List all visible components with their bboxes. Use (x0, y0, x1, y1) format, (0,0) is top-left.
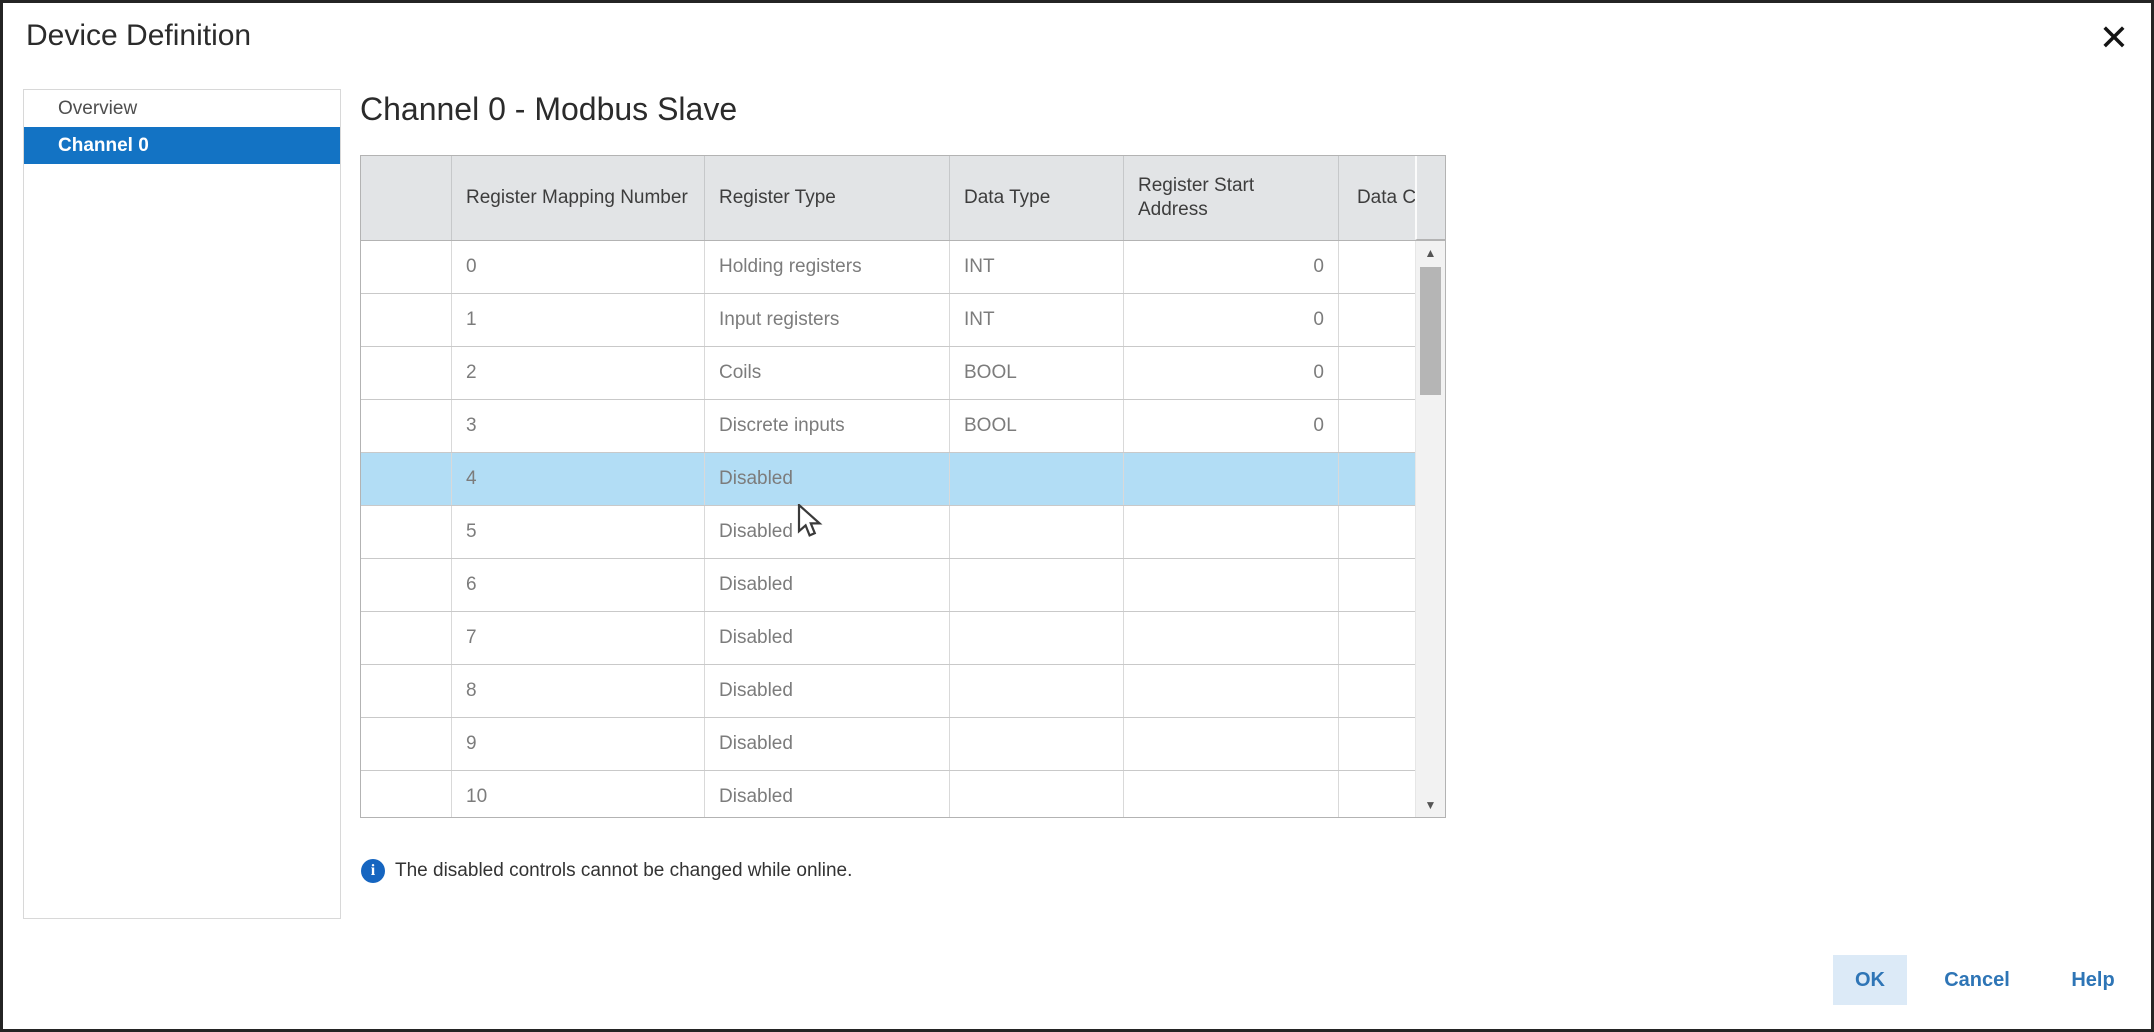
scrollbar-track[interactable]: ▲ ▼ (1415, 241, 1445, 817)
table-cell[interactable]: Disabled (705, 771, 950, 819)
table-cell[interactable] (950, 506, 1124, 559)
table-cell[interactable] (361, 612, 452, 665)
table-cell[interactable]: 10 (452, 771, 705, 819)
table-cell[interactable]: Coils (705, 347, 950, 400)
table-cell[interactable]: INT (950, 241, 1124, 294)
table-cell[interactable]: Disabled (705, 718, 950, 771)
page-title: Channel 0 - Modbus Slave (360, 91, 737, 128)
table-cell[interactable] (361, 453, 452, 506)
table-cell[interactable]: Discrete inputs (705, 400, 950, 453)
column-header: Register Mapping Number (452, 156, 705, 241)
table-cell[interactable]: 1 (452, 294, 705, 347)
table-cell[interactable]: 0 (1124, 347, 1339, 400)
table-cell[interactable]: Disabled (705, 665, 950, 718)
info-message-text: The disabled controls cannot be changed … (395, 860, 852, 882)
sidebar-item-label: Channel 0 (58, 135, 149, 157)
cancel-button[interactable]: Cancel (1925, 955, 2029, 1005)
sidebar-item-channel-0[interactable]: Channel 0 (24, 127, 340, 164)
table-cell[interactable] (361, 400, 452, 453)
scroll-thumb[interactable] (1420, 267, 1441, 395)
table-cell[interactable] (361, 771, 452, 819)
table-cell[interactable]: Holding registers (705, 241, 950, 294)
table-cell[interactable] (1124, 506, 1339, 559)
register-table: Register Mapping NumberRegister TypeData… (361, 156, 1446, 818)
scroll-up-icon[interactable]: ▲ (1416, 241, 1445, 265)
table-cell[interactable] (950, 771, 1124, 819)
table-cell[interactable] (1124, 559, 1339, 612)
table-header: Register Mapping NumberRegister TypeData… (361, 156, 1446, 241)
dialog-title: Device Definition (26, 19, 251, 53)
table-cell[interactable]: Input registers (705, 294, 950, 347)
table-row[interactable]: 1Input registersINT01000 (361, 294, 1446, 347)
table-cell[interactable]: INT (950, 294, 1124, 347)
table-row[interactable]: 0Holding registersINT01000 (361, 241, 1446, 294)
table-cell[interactable]: 0 (1124, 400, 1339, 453)
table-cell[interactable]: 7 (452, 612, 705, 665)
table-cell[interactable]: 9 (452, 718, 705, 771)
table-cell[interactable] (361, 506, 452, 559)
table-row[interactable]: 3Discrete inputsBOOL01280 (361, 400, 1446, 453)
table-cell[interactable] (361, 665, 452, 718)
table-row[interactable]: 5Disabled (361, 506, 1446, 559)
table-cell[interactable] (1124, 718, 1339, 771)
table-cell[interactable] (361, 718, 452, 771)
table-cell[interactable]: 4 (452, 453, 705, 506)
table-cell[interactable] (1124, 665, 1339, 718)
table-row[interactable]: 8Disabled (361, 665, 1446, 718)
table-cell[interactable] (361, 559, 452, 612)
table-cell[interactable] (361, 294, 452, 347)
info-icon: i (361, 859, 385, 883)
table-row[interactable]: 7Disabled (361, 612, 1446, 665)
close-icon[interactable]: ✕ (2089, 13, 2139, 63)
sidebar-item-label: Overview (58, 98, 137, 120)
column-header: Register Start Address (1124, 156, 1339, 241)
table-cell[interactable]: BOOL (950, 347, 1124, 400)
table-cell[interactable]: BOOL (950, 400, 1124, 453)
table-cell[interactable]: 6 (452, 559, 705, 612)
table-cell[interactable] (950, 559, 1124, 612)
table-cell[interactable] (1124, 453, 1339, 506)
info-message: i The disabled controls cannot be change… (361, 859, 852, 883)
table-cell[interactable]: Disabled (705, 506, 950, 559)
table-cell[interactable]: 0 (1124, 241, 1339, 294)
table-cell[interactable] (1124, 612, 1339, 665)
column-header: Data Type (950, 156, 1124, 241)
table-cell[interactable]: Disabled (705, 612, 950, 665)
scrollbar-header-spacer (1415, 156, 1445, 240)
table-cell[interactable]: 3 (452, 400, 705, 453)
table-cell[interactable]: 0 (452, 241, 705, 294)
column-header (361, 156, 452, 241)
table-cell[interactable]: 0 (1124, 294, 1339, 347)
ok-button[interactable]: OK (1833, 955, 1907, 1005)
table-cell[interactable] (950, 612, 1124, 665)
table-scrollbar[interactable]: ▲ ▼ (1415, 156, 1445, 817)
table-cell[interactable]: 2 (452, 347, 705, 400)
table-row[interactable]: 4Disabled (361, 453, 1446, 506)
table-cell[interactable] (950, 453, 1124, 506)
table-body: 0Holding registersINT010001Input registe… (361, 241, 1446, 819)
table-cell[interactable]: Disabled (705, 559, 950, 612)
table-cell[interactable] (1124, 771, 1339, 819)
device-definition-dialog: Device Definition ✕ Overview Channel 0 C… (0, 0, 2154, 1032)
table-cell[interactable] (361, 347, 452, 400)
table-row[interactable]: 2CoilsBOOL01280 (361, 347, 1446, 400)
scroll-down-icon[interactable]: ▼ (1416, 793, 1445, 817)
table-cell[interactable] (361, 241, 452, 294)
sidebar-item-overview[interactable]: Overview (24, 90, 340, 127)
help-button[interactable]: Help (2050, 955, 2136, 1005)
navigation-sidebar: Overview Channel 0 (23, 89, 341, 919)
table-cell[interactable] (950, 718, 1124, 771)
table-row[interactable]: 6Disabled (361, 559, 1446, 612)
table-cell[interactable]: 8 (452, 665, 705, 718)
column-header: Register Type (705, 156, 950, 241)
table-row[interactable]: 9Disabled (361, 718, 1446, 771)
table-cell[interactable] (950, 665, 1124, 718)
table-cell[interactable]: 5 (452, 506, 705, 559)
table-cell[interactable]: Disabled (705, 453, 950, 506)
table-row[interactable]: 10Disabled (361, 771, 1446, 819)
register-mapping-grid: Register Mapping NumberRegister TypeData… (360, 155, 1446, 818)
